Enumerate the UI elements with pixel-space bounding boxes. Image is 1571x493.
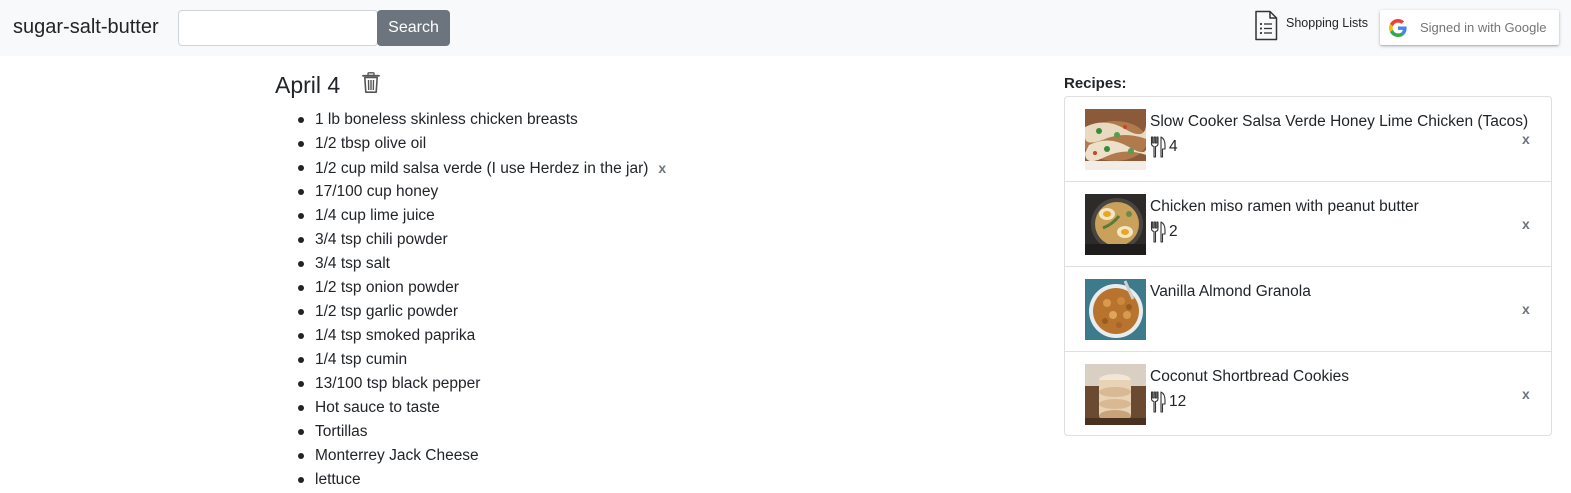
- recipe-thumbnail[interactable]: [1085, 364, 1146, 425]
- ingredient-item: lettuce: [275, 468, 666, 492]
- recipe-servings: 4: [1150, 136, 1178, 158]
- bullet-dot: [298, 333, 304, 339]
- ingredient-item: 3/4 tsp salt: [275, 252, 666, 276]
- bullet-dot: [298, 381, 304, 387]
- recipe-name[interactable]: Slow Cooker Salsa Verde Honey Lime Chick…: [1150, 113, 1528, 131]
- ingredient-item: 1/4 tsp cumin: [275, 348, 666, 372]
- remove-ingredient-button[interactable]: x: [658, 160, 666, 176]
- ingredient-item: 1/2 tbsp olive oil: [275, 132, 666, 156]
- ingredient-item: 1/4 tsp smoked paprika: [275, 324, 666, 348]
- remove-recipe-button[interactable]: x: [1522, 386, 1530, 402]
- bullet-dot: [298, 429, 304, 435]
- ingredient-item: 3/4 tsp chili powder: [275, 228, 666, 252]
- search-input[interactable]: [178, 10, 378, 46]
- brand-logo-text[interactable]: sugar-salt-butter: [13, 16, 159, 39]
- ingredient-item: 1 lb boneless skinless chicken breasts: [275, 108, 666, 132]
- ingredient-text: lettuce: [315, 471, 361, 488]
- google-g-icon: [1389, 18, 1407, 37]
- ingredient-item: 13/100 tsp black pepper: [275, 372, 666, 396]
- bullet-dot: [298, 261, 304, 267]
- ingredient-text: 1/2 tsp garlic powder: [315, 303, 459, 320]
- fork-knife-icon: [1150, 221, 1166, 243]
- google-signin-label: Signed in with Google: [1420, 20, 1547, 35]
- ingredient-text: 13/100 tsp black pepper: [315, 375, 481, 392]
- shopping-lists-link[interactable]: Shopping Lists: [1254, 10, 1368, 42]
- ingredient-text: 1/2 tbsp olive oil: [315, 135, 427, 152]
- ingredient-item: 1/2 cup mild salsa verde (I use Herdez i…: [275, 156, 666, 180]
- recipe-thumbnail[interactable]: [1085, 279, 1146, 340]
- recipe-item: Vanilla Almond Granola x: [1065, 267, 1551, 352]
- ingredient-item: Tortillas: [275, 420, 666, 444]
- remove-recipe-button[interactable]: x: [1522, 301, 1530, 317]
- ingredient-text: 1/4 tsp cumin: [315, 351, 408, 368]
- recipes-list: Slow Cooker Salsa Verde Honey Lime Chick…: [1064, 96, 1552, 436]
- search-button[interactable]: Search: [377, 10, 450, 46]
- delete-day-button[interactable]: [362, 72, 380, 99]
- document-list-icon: [1255, 10, 1278, 41]
- servings-count: 2: [1169, 223, 1178, 240]
- day-title: April 4: [275, 72, 341, 98]
- recipe-item: Coconut Shortbread Cookies 12 x: [1065, 352, 1551, 437]
- ingredient-text: 1/2 cup mild salsa verde (I use Herdez i…: [315, 160, 649, 177]
- bullet-dot: [298, 189, 304, 195]
- ingredient-text: 1 lb boneless skinless chicken breasts: [315, 111, 578, 128]
- ingredient-list: 1 lb boneless skinless chicken breasts 1/…: [275, 108, 666, 492]
- ingredient-item: 1/4 cup lime juice: [275, 204, 666, 228]
- ingredient-text: 1/4 cup lime juice: [315, 207, 435, 224]
- recipe-item: Slow Cooker Salsa Verde Honey Lime Chick…: [1065, 97, 1551, 182]
- trash-icon: [362, 72, 380, 93]
- bullet-dot: [298, 165, 304, 171]
- fork-knife-icon: [1150, 136, 1166, 158]
- fork-knife-icon: [1150, 391, 1166, 413]
- recipe-servings: 12: [1150, 391, 1186, 413]
- remove-recipe-button[interactable]: x: [1522, 131, 1530, 147]
- bullet-dot: [298, 141, 304, 147]
- recipe-name[interactable]: Chicken miso ramen with peanut butter: [1150, 198, 1419, 216]
- ingredient-text: Hot sauce to taste: [315, 399, 440, 416]
- bullet-dot: [298, 237, 304, 243]
- recipe-thumbnail[interactable]: [1085, 109, 1146, 170]
- ingredient-text: 3/4 tsp chili powder: [315, 231, 448, 248]
- recipe-name[interactable]: Vanilla Almond Granola: [1150, 283, 1311, 301]
- recipe-item: Chicken miso ramen with peanut butter 2 …: [1065, 182, 1551, 267]
- recipes-heading: Recipes:: [1064, 75, 1127, 92]
- bullet-dot: [298, 117, 304, 123]
- ingredient-item: 17/100 cup honey: [275, 180, 666, 204]
- servings-count: 4: [1169, 138, 1178, 155]
- bullet-dot: [298, 213, 304, 219]
- remove-recipe-button[interactable]: x: [1522, 216, 1530, 232]
- bullet-dot: [298, 453, 304, 459]
- bullet-dot: [298, 405, 304, 411]
- recipe-servings: 2: [1150, 221, 1178, 243]
- bullet-dot: [298, 357, 304, 363]
- ingredient-text: Monterrey Jack Cheese: [315, 447, 479, 464]
- ingredient-item: Monterrey Jack Cheese: [275, 444, 666, 468]
- servings-count: 12: [1169, 393, 1187, 410]
- ingredient-item: 1/2 tsp onion powder: [275, 276, 666, 300]
- ingredient-text: Tortillas: [315, 423, 368, 440]
- ingredient-item: Hot sauce to taste: [275, 396, 666, 420]
- top-navbar: sugar-salt-butter Search Shopping Lists …: [0, 0, 1571, 56]
- ingredient-text: 1/2 tsp onion powder: [315, 279, 459, 296]
- recipe-name[interactable]: Coconut Shortbread Cookies: [1150, 368, 1349, 386]
- google-signin-button[interactable]: Signed in with Google: [1380, 10, 1559, 45]
- recipe-thumbnail[interactable]: [1085, 194, 1146, 255]
- ingredient-text: 3/4 tsp salt: [315, 255, 390, 272]
- shopping-lists-label: Shopping Lists: [1286, 16, 1369, 30]
- bullet-dot: [298, 477, 304, 483]
- bullet-dot: [298, 309, 304, 315]
- ingredient-text: 1/4 tsp smoked paprika: [315, 327, 476, 344]
- ingredient-text: 17/100 cup honey: [315, 183, 439, 200]
- ingredient-item: 1/2 tsp garlic powder: [275, 300, 666, 324]
- bullet-dot: [298, 285, 304, 291]
